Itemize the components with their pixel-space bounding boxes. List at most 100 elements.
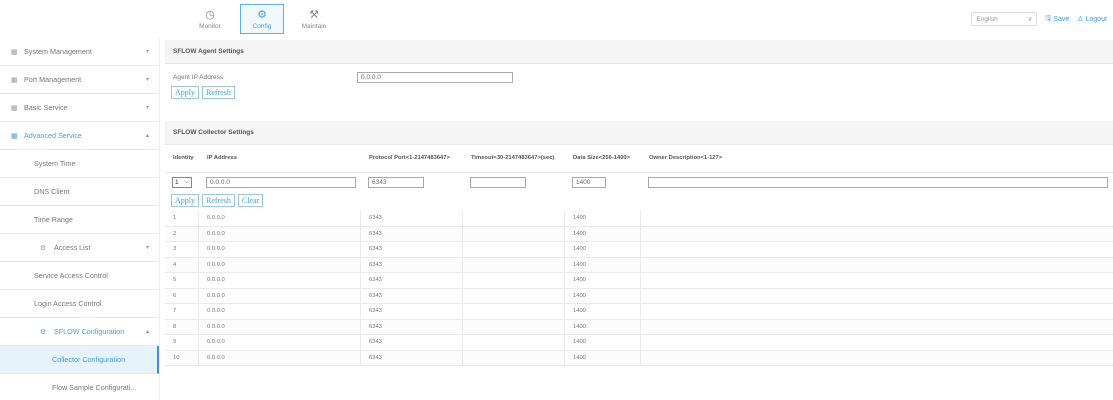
table-cell-size: 1400 [565, 335, 641, 350]
table-cell-owner [641, 227, 1111, 242]
table-row[interactable]: 10 0.0.0.0 6343 1400 [165, 350, 1113, 366]
sidebar-item-time-range[interactable]: Time Range [0, 206, 159, 234]
user-icon: ♙ [1077, 16, 1084, 23]
collector-table-header: Identity IP Address Protocol Port<1-2147… [165, 145, 1113, 173]
table-cell-id: 7 [165, 304, 199, 319]
table-row[interactable]: 8 0.0.0.0 6343 1400 [165, 319, 1113, 335]
header-actions: English ∨ 🖫 Save ♙ Logout [971, 12, 1107, 26]
table-row[interactable]: 5 0.0.0.0 6343 1400 [165, 273, 1113, 289]
sidebar-item-label: Service Access Control [34, 271, 108, 280]
sidebar-item-label: SFLOW Configuration [54, 327, 125, 336]
agent-ip-label: Agent IP Address [173, 73, 224, 81]
sidebar-item-label: Access List [54, 243, 91, 252]
sidebar-item-port-management[interactable]: ▦ Port Management ▾ [0, 66, 159, 94]
table-cell-timeout [463, 273, 565, 288]
table-cell-timeout [463, 304, 565, 319]
sidebar-item-label: Time Range [34, 215, 73, 224]
sidebar-item-service-access-control[interactable]: Service Access Control [0, 262, 159, 290]
table-cell-owner [641, 242, 1111, 257]
sidebar-item-basic-service[interactable]: ▦ Basic Service ▾ [0, 94, 159, 122]
table-cell-ip: 0.0.0.0 [199, 335, 361, 350]
chevron-down-icon: ▾ [145, 105, 149, 111]
chevron-down-icon: ▾ [145, 245, 149, 251]
col-data-size: Data Size<256-1400> [573, 155, 631, 161]
table-cell-id: 5 [165, 273, 199, 288]
sidebar-item-access-list[interactable]: ⚙ Access List ▾ [0, 234, 159, 262]
sidebar-item-label: Collector Configuration [52, 355, 126, 364]
nav-config-label: Config [252, 22, 272, 30]
table-cell-port: 6343 [361, 226, 463, 241]
table-cell-timeout [463, 242, 565, 257]
table-cell-owner [641, 335, 1111, 350]
table-row[interactable]: 4 0.0.0.0 6343 1400 [165, 257, 1113, 273]
table-cell-size: 1400 [565, 226, 641, 241]
table-row[interactable]: 6 0.0.0.0 6343 1400 [165, 288, 1113, 304]
table-cell-timeout [463, 288, 565, 303]
table-row[interactable]: 3 0.0.0.0 6343 1400 [165, 242, 1113, 258]
table-cell-id: 4 [165, 257, 199, 272]
sidebar-item-label: Basic Service [24, 103, 68, 112]
collector-ip-input[interactable]: 0.0.0.0 [206, 176, 356, 188]
sidebar-item-label: System Time [34, 159, 76, 168]
table-row[interactable]: 1 0.0.0.0 6343 1400 [165, 211, 1113, 227]
collector-buttons: Apply Refresh Clear [165, 194, 1113, 207]
collector-apply-button[interactable]: Apply [171, 194, 199, 207]
table-cell-id: 10 [165, 350, 199, 365]
table-cell-size: 1400 [565, 242, 641, 257]
sidebar-item-system-management[interactable]: ▦ System Management ▾ [0, 38, 159, 66]
table-cell-port: 6343 [361, 288, 463, 303]
sidebar-item-label: DNS Client [34, 187, 70, 196]
col-timeout: Timeout<30-2147483647>(sec) [471, 155, 555, 161]
col-identity: Identity [173, 155, 194, 161]
table-row[interactable]: 9 0.0.0.0 6343 1400 [165, 335, 1113, 351]
table-row[interactable]: 7 0.0.0.0 6343 1400 [165, 304, 1113, 320]
table-cell-size: 1400 [565, 257, 641, 272]
collector-timeout-input[interactable] [470, 176, 526, 188]
table-cell-port: 6343 [361, 257, 463, 272]
logout-button[interactable]: ♙ Logout [1077, 15, 1107, 24]
sidebar-item-collector-configuration[interactable]: Collector Configuration [0, 346, 159, 374]
collector-refresh-button[interactable]: Refresh [202, 194, 235, 207]
language-value: English [976, 15, 998, 23]
table-cell-size: 1400 [565, 319, 641, 334]
table-cell-id: 1 [165, 211, 199, 226]
collector-owner-input[interactable] [648, 176, 1108, 188]
save-label: Save [1053, 15, 1070, 23]
logout-label: Logout [1085, 15, 1107, 23]
collector-clear-button[interactable]: Clear [237, 194, 264, 207]
nav-maintain-button[interactable]: ⚒ Maintain [292, 4, 336, 34]
sidebar-item-label: Port Management [24, 75, 82, 84]
sidebar-item-dns-client[interactable]: DNS Client [0, 178, 159, 206]
table-cell-id: 6 [165, 288, 199, 303]
agent-ip-input[interactable]: 0.0.0.0 [357, 71, 513, 83]
wrench-icon: ⚒ [309, 8, 319, 21]
chevron-down-icon: ⌵ [184, 178, 189, 185]
grid-icon: ▦ [11, 48, 18, 56]
agent-apply-button[interactable]: Apply [171, 86, 199, 99]
sidebar-item-system-time[interactable]: System Time [0, 150, 159, 178]
save-button[interactable]: 🖫 Save [1045, 14, 1069, 25]
table-cell-size: 1400 [565, 273, 641, 288]
identity-value: 1 [175, 178, 179, 186]
nav-config-button[interactable]: ⚙ Config [240, 4, 284, 34]
table-cell-owner [641, 320, 1111, 335]
table-cell-size: 1400 [565, 288, 641, 303]
table-row[interactable]: 2 0.0.0.0 6343 1400 [165, 226, 1113, 242]
sidebar-item-login-access-control[interactable]: Login Access Control [0, 290, 159, 318]
language-select[interactable]: English ∨ [971, 12, 1038, 26]
table-cell-id: 9 [165, 335, 199, 350]
collector-input-row: 1 ⌵ 0.0.0.0 6343 1400 [165, 173, 1113, 191]
collector-port-input[interactable]: 6343 [368, 176, 424, 188]
sidebar-item-advanced-service[interactable]: ▦ Advanced Service ▴ [0, 122, 159, 150]
table-cell-timeout [463, 350, 565, 365]
identity-select[interactable]: 1 ⌵ [172, 176, 192, 188]
sidebar-item-flow-sample-configuration[interactable]: Flow Sample Configurati... [0, 374, 159, 400]
table-cell-id: 2 [165, 226, 199, 241]
agent-refresh-button[interactable]: Refresh [202, 86, 235, 99]
grid-icon: ▦ [11, 132, 18, 140]
table-cell-timeout [463, 319, 565, 334]
table-cell-size: 1400 [565, 350, 641, 365]
nav-monitor-button[interactable]: ◷ Monitor [188, 4, 232, 34]
collector-datasize-input[interactable]: 1400 [572, 176, 606, 188]
sidebar-item-sflow-configuration[interactable]: ⚙ SFLOW Configuration ▴ [0, 318, 159, 346]
